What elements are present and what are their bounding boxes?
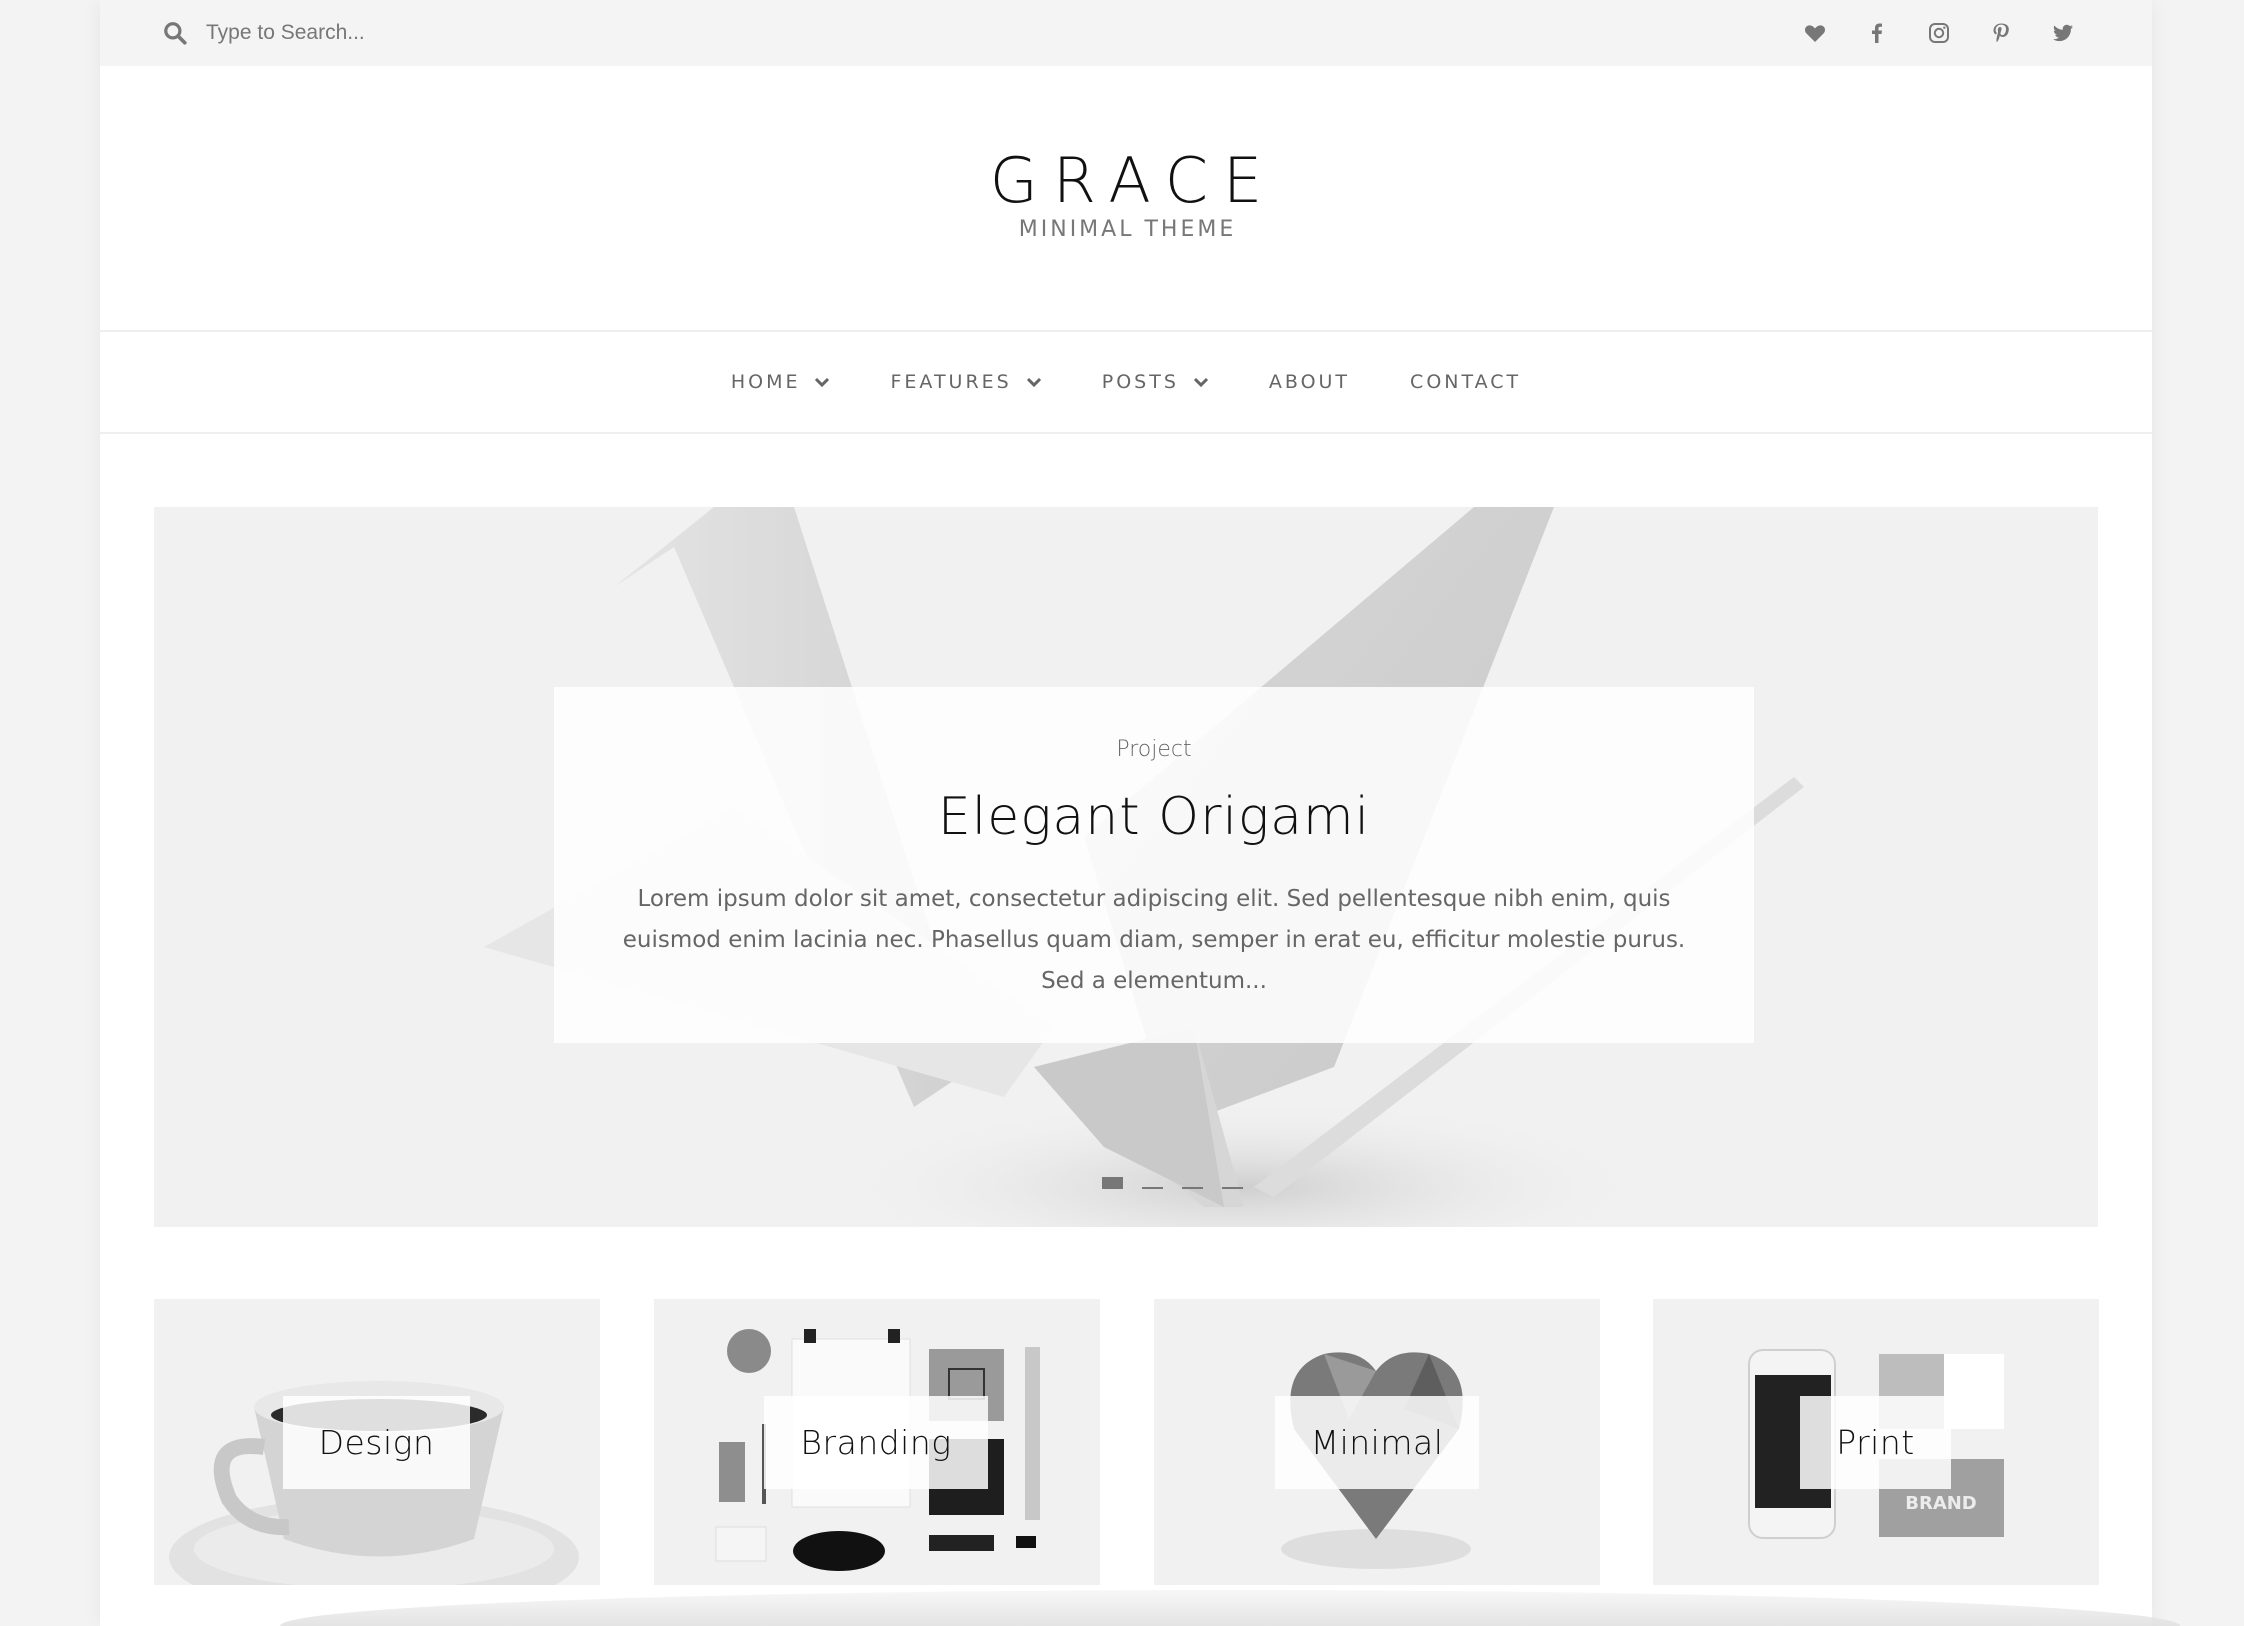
svg-text:BRAND: BRAND (1905, 1493, 1977, 1514)
top-bar (100, 0, 2152, 66)
slider-pagination (1102, 1177, 1262, 1189)
nav-item-label: HOME (730, 371, 801, 393)
nav-item-label: ABOUT (1268, 371, 1351, 393)
hero-caption-card: Project Elegant Origami Lorem ipsum dolo… (554, 687, 1754, 1043)
pinterest-icon[interactable] (1970, 18, 2032, 48)
main-nav: HOME FEATURES POSTS ABOUT CONTACT (100, 330, 2152, 434)
hero-title[interactable]: Elegant Origami (554, 787, 1754, 847)
hero-category[interactable]: Project (554, 737, 1754, 762)
slider-dot-2[interactable] (1142, 1187, 1163, 1189)
tile-minimal[interactable]: Minimal (1154, 1299, 1600, 1585)
chevron-down-icon (1026, 377, 1041, 388)
tile-label: Print (1800, 1396, 1951, 1489)
search-bar (162, 17, 566, 49)
nav-item-label: FEATURES (890, 371, 1012, 393)
hero-excerpt: Lorem ipsum dolor sit amet, consectetur … (622, 886, 1686, 994)
slider-dot-1[interactable] (1102, 1177, 1123, 1189)
page-container: GRACE MINIMAL THEME HOME FEATURES POSTS … (100, 0, 2180, 1626)
slider-dot-4[interactable] (1222, 1187, 1243, 1189)
tile-print[interactable]: BRAND Print (1653, 1299, 2099, 1585)
site-logo[interactable]: GRACE MINIMAL THEME (100, 66, 2152, 330)
nav-item-label: POSTS (1101, 371, 1179, 393)
category-tiles: Design Branding Minimal BRAND Print (154, 1299, 2099, 1585)
chevron-down-icon (1193, 377, 1208, 388)
hero-slider[interactable]: Project Elegant Origami Lorem ipsum dolo… (154, 507, 2098, 1227)
tile-design[interactable]: Design (154, 1299, 600, 1585)
tile-branding[interactable]: Branding (654, 1299, 1100, 1585)
heart-icon[interactable] (1784, 18, 1846, 48)
tile-label: Design (283, 1396, 470, 1489)
nav-item-about[interactable]: ABOUT (1269, 371, 1350, 393)
nav-item-posts[interactable]: POSTS (1102, 371, 1209, 393)
twitter-icon[interactable] (2032, 18, 2094, 48)
instagram-icon[interactable] (1908, 18, 1970, 48)
facebook-icon[interactable] (1846, 18, 1908, 48)
nav-item-label: CONTACT (1410, 371, 1522, 393)
social-links (1784, 18, 2094, 48)
tile-label: Branding (764, 1396, 988, 1489)
search-icon[interactable] (162, 20, 188, 46)
tile-label: Minimal (1275, 1396, 1479, 1489)
nav-item-contact[interactable]: CONTACT (1410, 371, 1521, 393)
slider-dot-3[interactable] (1182, 1187, 1203, 1189)
chevron-down-icon (815, 377, 830, 388)
nav-item-home[interactable]: HOME (731, 371, 831, 393)
search-input[interactable] (206, 21, 566, 45)
site-title[interactable]: GRACE (100, 150, 2152, 212)
footer-shadow (280, 1590, 2180, 1626)
nav-item-features[interactable]: FEATURES (890, 371, 1041, 393)
site-tagline: MINIMAL THEME (1018, 217, 1237, 242)
